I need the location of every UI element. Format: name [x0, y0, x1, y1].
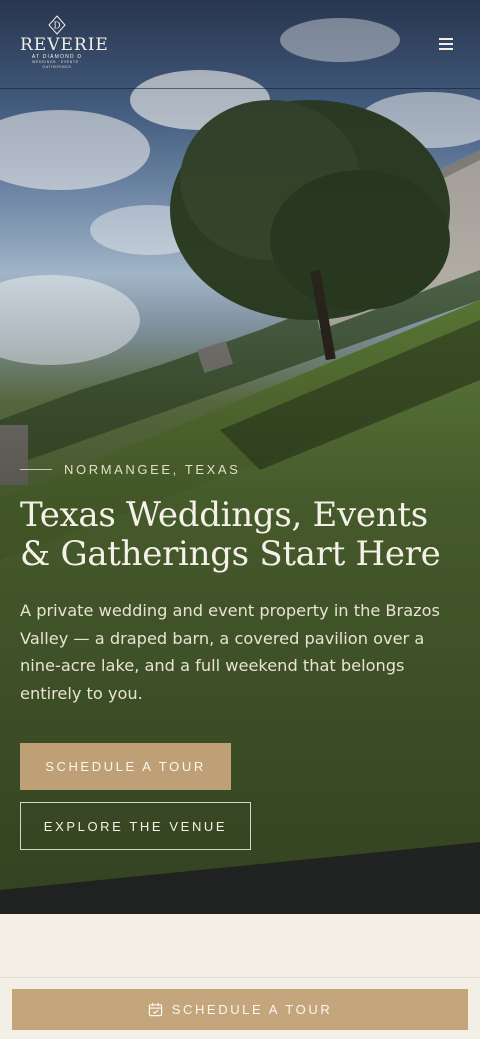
sticky-cta-label: SCHEDULE A TOUR: [171, 1002, 333, 1017]
hero-title: Texas Weddings, Events & Gatherings Star…: [20, 495, 441, 574]
explore-venue-button[interactable]: EXPLORE THE VENUE: [20, 802, 251, 850]
schedule-tour-button[interactable]: SCHEDULE A TOUR: [20, 743, 231, 790]
hamburger-menu-icon[interactable]: [436, 34, 456, 54]
site-header: D REVERIE AT DIAMOND D WEDDINGS · EVENTS…: [0, 0, 480, 89]
sticky-cta-bar: SCHEDULE A TOUR: [0, 977, 480, 1039]
diamond-d-logo: D: [48, 15, 66, 35]
svg-text:D: D: [53, 22, 60, 32]
logo-wordmark: REVERIE: [20, 35, 109, 55]
eyebrow-label: NORMANGEE, TEXAS: [64, 461, 241, 477]
hero-description: A private wedding and event property in …: [20, 601, 440, 703]
calendar-check-icon: [148, 1002, 162, 1017]
logo-tagline: WEDDINGS · EVENTS · GATHERINGS: [32, 60, 82, 69]
eyebrow-rule: [20, 468, 52, 470]
hero-eyebrow: NORMANGEE, TEXAS: [20, 460, 240, 478]
site-logo[interactable]: D REVERIE AT DIAMOND D WEDDINGS · EVENTS…: [20, 15, 109, 73]
sticky-schedule-tour-button[interactable]: SCHEDULE A TOUR: [12, 989, 468, 1030]
